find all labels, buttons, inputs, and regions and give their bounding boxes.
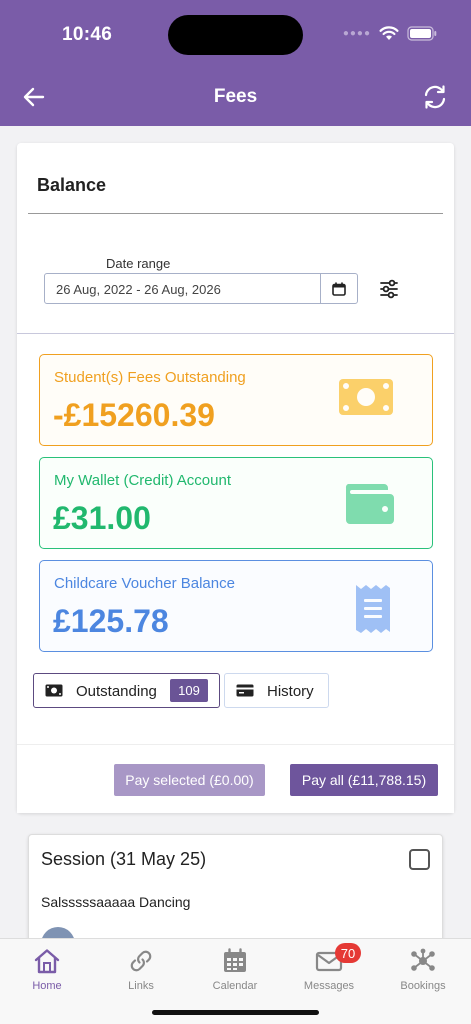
voucher-balance-amount: £125.78 [53,603,169,639]
calendar-icon [224,948,246,972]
tab-history[interactable]: History [224,673,329,708]
wallet-account-card[interactable]: My Wallet (Credit) Account £31.00 [39,457,433,549]
receipt-icon [356,585,390,633]
wallet-account-label: My Wallet (Credit) Account [54,472,231,489]
card-icon [236,684,254,697]
wallet-account-amount: £31.00 [53,500,151,536]
main-content: Balance Date range 26 Aug, 2022 - 26 Aug… [17,143,454,974]
nav-messages[interactable]: 70 Messages [282,939,376,999]
nav-links-label: Links [128,980,154,992]
date-range-value: 26 Aug, 2022 - 26 Aug, 2026 [56,282,221,297]
fees-outstanding-card[interactable]: Student(s) Fees Outstanding -£15260.39 [39,354,433,446]
wifi-icon [379,26,399,40]
status-time: 10:46 [62,24,113,45]
camera-notch [168,15,303,55]
status-bar: 10:46 ●●●● [0,0,471,70]
filter-sliders-icon[interactable] [378,278,400,300]
calendar-icon [332,281,346,296]
messages-count-badge: 70 [335,943,361,963]
fees-outstanding-amount: -£15260.39 [53,397,215,433]
divider [17,333,454,334]
date-range-label: Date range [106,256,171,271]
nav-links[interactable]: Links [94,939,188,999]
nav-messages-label: Messages [303,980,355,992]
nav-calendar-label: Calendar [212,980,258,992]
pay-selected-button[interactable]: Pay selected (£0.00) [114,764,265,796]
voucher-balance-card[interactable]: Childcare Voucher Balance £125.78 [39,560,433,652]
signal-icon: ●●●● [342,28,371,39]
link-icon [130,950,152,972]
home-indicator [152,1010,319,1015]
network-icon [411,948,435,971]
nav-calendar[interactable]: Calendar [188,939,282,999]
tab-outstanding[interactable]: Outstanding 109 [33,673,220,708]
nav-bookings-label: Bookings [400,980,446,992]
balance-heading: Balance [37,175,107,195]
tab-history-label: History [267,683,314,700]
home-icon [34,949,60,974]
date-range-input[interactable]: 26 Aug, 2022 - 26 Aug, 2026 [44,273,358,304]
money-icon [339,379,393,415]
fees-outstanding-label: Student(s) Fees Outstanding [54,369,246,386]
money-icon [45,684,63,697]
nav-bookings[interactable]: Bookings [376,939,470,999]
wallet-icon [345,484,394,524]
outstanding-count-badge: 109 [170,679,208,702]
refresh-icon[interactable] [421,83,449,111]
pay-all-button[interactable]: Pay all (£11,788.15) [290,764,438,796]
session-title: Session (31 May 25) [41,849,207,869]
voucher-balance-label: Childcare Voucher Balance [54,575,235,592]
session-checkbox[interactable] [409,849,430,870]
nav-home-label: Home [32,980,62,992]
payment-bar: Pay selected (£0.00) Pay all (£11,788.15… [17,744,454,813]
balance-card: Balance Date range 26 Aug, 2022 - 26 Aug… [17,143,454,813]
status-icons: ●●●● [343,26,437,41]
tab-outstanding-label: Outstanding [76,683,157,700]
divider [28,213,443,214]
date-picker-button[interactable] [320,274,357,303]
page-title: Fees [213,86,258,107]
session-activity: Salsssssaaaaa Dancing [41,894,191,910]
nav-home[interactable]: Home [0,939,94,999]
app-bar: Fees [0,70,471,126]
battery-icon [407,26,437,41]
